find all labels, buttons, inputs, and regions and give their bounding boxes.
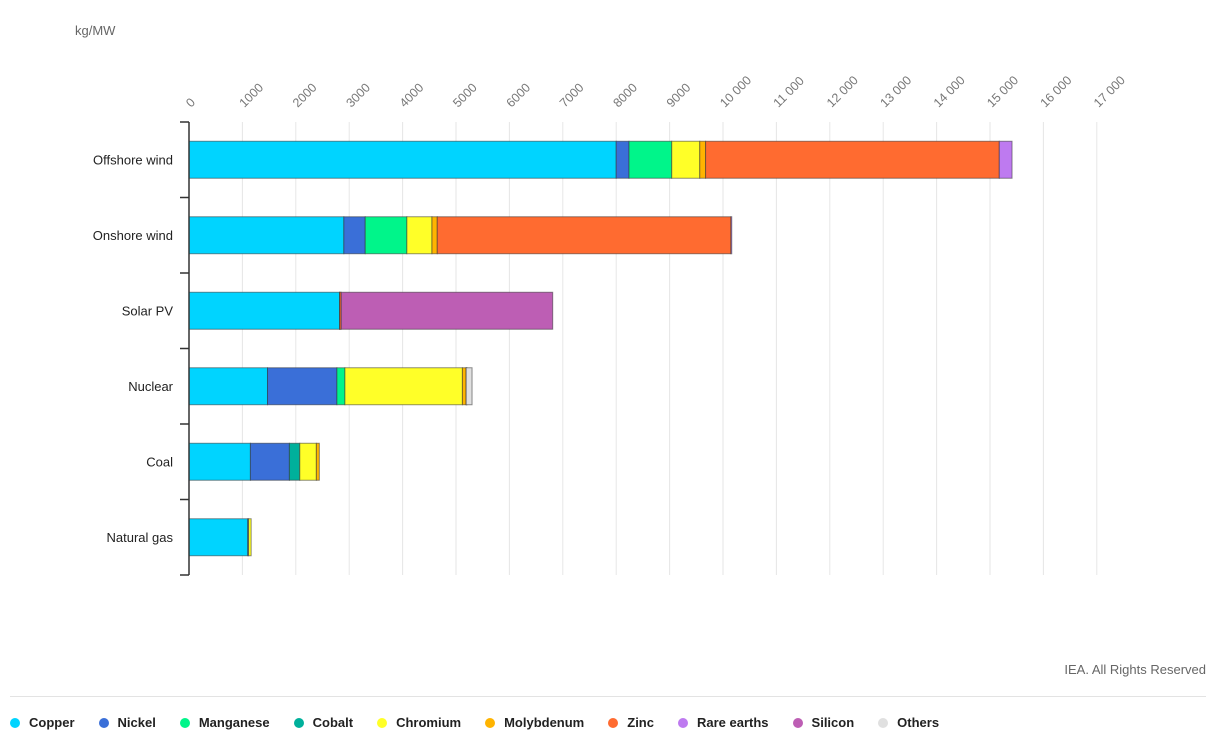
x-tick-label: 12 000 [824,73,861,110]
legend-item-manganese[interactable]: Manganese [179,715,270,730]
credit-text: IEA. All Rights Reserved [1064,662,1206,677]
bar-segment-chromium[interactable] [299,442,317,481]
bar-segment-molybdenum[interactable] [461,367,467,406]
bar-segment-copper[interactable] [188,140,617,179]
bar-group [188,442,320,481]
y-axis [180,121,190,576]
category-label: Nuclear [128,379,173,394]
bars [188,140,1013,557]
bar-segment-manganese[interactable] [364,216,408,255]
legend-label: Cobalt [312,715,354,730]
legend-item-molybdenum[interactable]: Molybdenum [485,715,584,730]
bar-group [188,216,733,255]
category-label: Offshore wind [93,152,173,167]
legend-label: Nickel [117,715,156,730]
bar-segment-copper[interactable] [188,291,341,330]
legend-dot-icon [485,717,496,728]
bar-group [188,140,1013,179]
legend-label: Zinc [627,715,654,730]
bar-group [188,367,473,406]
x-tick-label: 13 000 [877,73,914,110]
bar-segment-chromium[interactable] [406,216,433,255]
category-label: Natural gas [107,530,174,545]
legend-dot-icon [293,717,304,728]
bar-segment-zinc[interactable] [705,140,1000,179]
x-tick-label: 5000 [450,81,480,111]
x-tick-label: 16 000 [1038,73,1075,110]
legend-label: Molybdenum [504,715,585,730]
bar-segment-others[interactable] [465,367,473,406]
bar-segment-rare-earths[interactable] [730,216,733,255]
bar-segment-molybdenum[interactable] [315,442,320,481]
x-tick-label: 1000 [237,81,267,111]
legend-item-cobalt[interactable]: Cobalt [293,715,354,730]
x-tick-label: 6000 [504,81,534,111]
legend-dot-icon [677,717,688,728]
bar-segment-nickel[interactable] [615,140,630,179]
bar-segment-copper[interactable] [188,216,345,255]
bar-segment-manganese[interactable] [628,140,673,179]
legend-item-nickel[interactable]: Nickel [98,715,156,730]
bar-segment-nickel[interactable] [249,442,290,481]
bar-segment-copper[interactable] [188,518,249,557]
x-tick-label: 9000 [664,81,694,111]
x-tick-label: 15 000 [984,73,1021,110]
bar-segment-molybdenum[interactable] [431,216,438,255]
bar-group [188,518,252,557]
divider [10,696,1206,697]
gridlines [241,122,1098,575]
category-label: Solar PV [122,303,174,318]
legend-dot-icon [878,717,889,728]
bar-segment-molybdenum[interactable] [699,140,707,179]
legend-dot-icon [179,717,190,728]
x-tick-label: 8000 [610,81,640,111]
legend-label: Others [897,715,940,730]
x-tick-label: 0 [183,95,198,110]
bar-segment-manganese[interactable] [336,367,346,406]
x-tick-label: 14 000 [931,73,968,110]
legend-label: Rare earths [696,715,769,730]
legend-item-others[interactable]: Others [878,715,939,730]
bar-segment-silicon[interactable] [340,291,554,330]
x-axis-tick-labels: 0 1000 2000 3000 4000 5000 6000 7000 8000 9000 10 … [183,73,1128,110]
legend-dot-icon [10,717,20,728]
legend-dot-icon [608,717,619,728]
legend-item-silicon[interactable]: Silicon [792,715,855,730]
bar-segment-nickel[interactable] [343,216,366,255]
category-labels: Offshore wind Onshore wind Solar PV Nuclear… [93,152,174,545]
legend-item-zinc[interactable]: Zinc [608,715,654,730]
bar-segment-nickel[interactable] [266,367,338,406]
bar-segment-cobalt[interactable] [288,442,301,481]
bar-segment-copper[interactable] [188,442,251,481]
bar-segment-chromium[interactable] [248,518,252,557]
x-tick-label: 4000 [397,81,427,111]
bar-segment-chromium[interactable] [344,367,463,406]
legend: Copper Nickel Manganese Cobalt Chromium Molyb… [10,715,963,730]
legend-dot-icon [98,717,109,728]
bar-segment-rare-earths[interactable] [998,140,1013,179]
bar-segment-zinc[interactable] [436,216,732,255]
legend-label: Copper [29,715,75,730]
x-tick-label: 3000 [343,81,373,111]
legend-label: Silicon [811,715,855,730]
legend-dot-icon [377,717,388,728]
legend-dot-icon [792,717,803,728]
legend-label: Manganese [198,715,270,730]
x-tick-label: 10 000 [717,73,754,110]
bar-segment-chromium[interactable] [671,140,701,179]
bar-segment-copper[interactable] [188,367,268,406]
category-label: Coal [146,454,173,469]
category-label: Onshore wind [93,228,173,243]
legend-item-rare-earths[interactable]: Rare earths [677,715,769,730]
bar-group [188,291,554,330]
legend-item-chromium[interactable]: Chromium [377,715,461,730]
legend-label: Chromium [396,715,462,730]
x-tick-label: 17 000 [1091,73,1128,110]
legend-item-copper[interactable]: Copper [10,715,75,730]
bar-chart: 0 1000 2000 3000 4000 5000 6000 7000 8000 9000 10 … [93,73,1128,576]
x-tick-label: 2000 [290,81,320,111]
x-tick-label: 7000 [557,81,587,111]
x-tick-label: 11 000 [771,74,807,110]
